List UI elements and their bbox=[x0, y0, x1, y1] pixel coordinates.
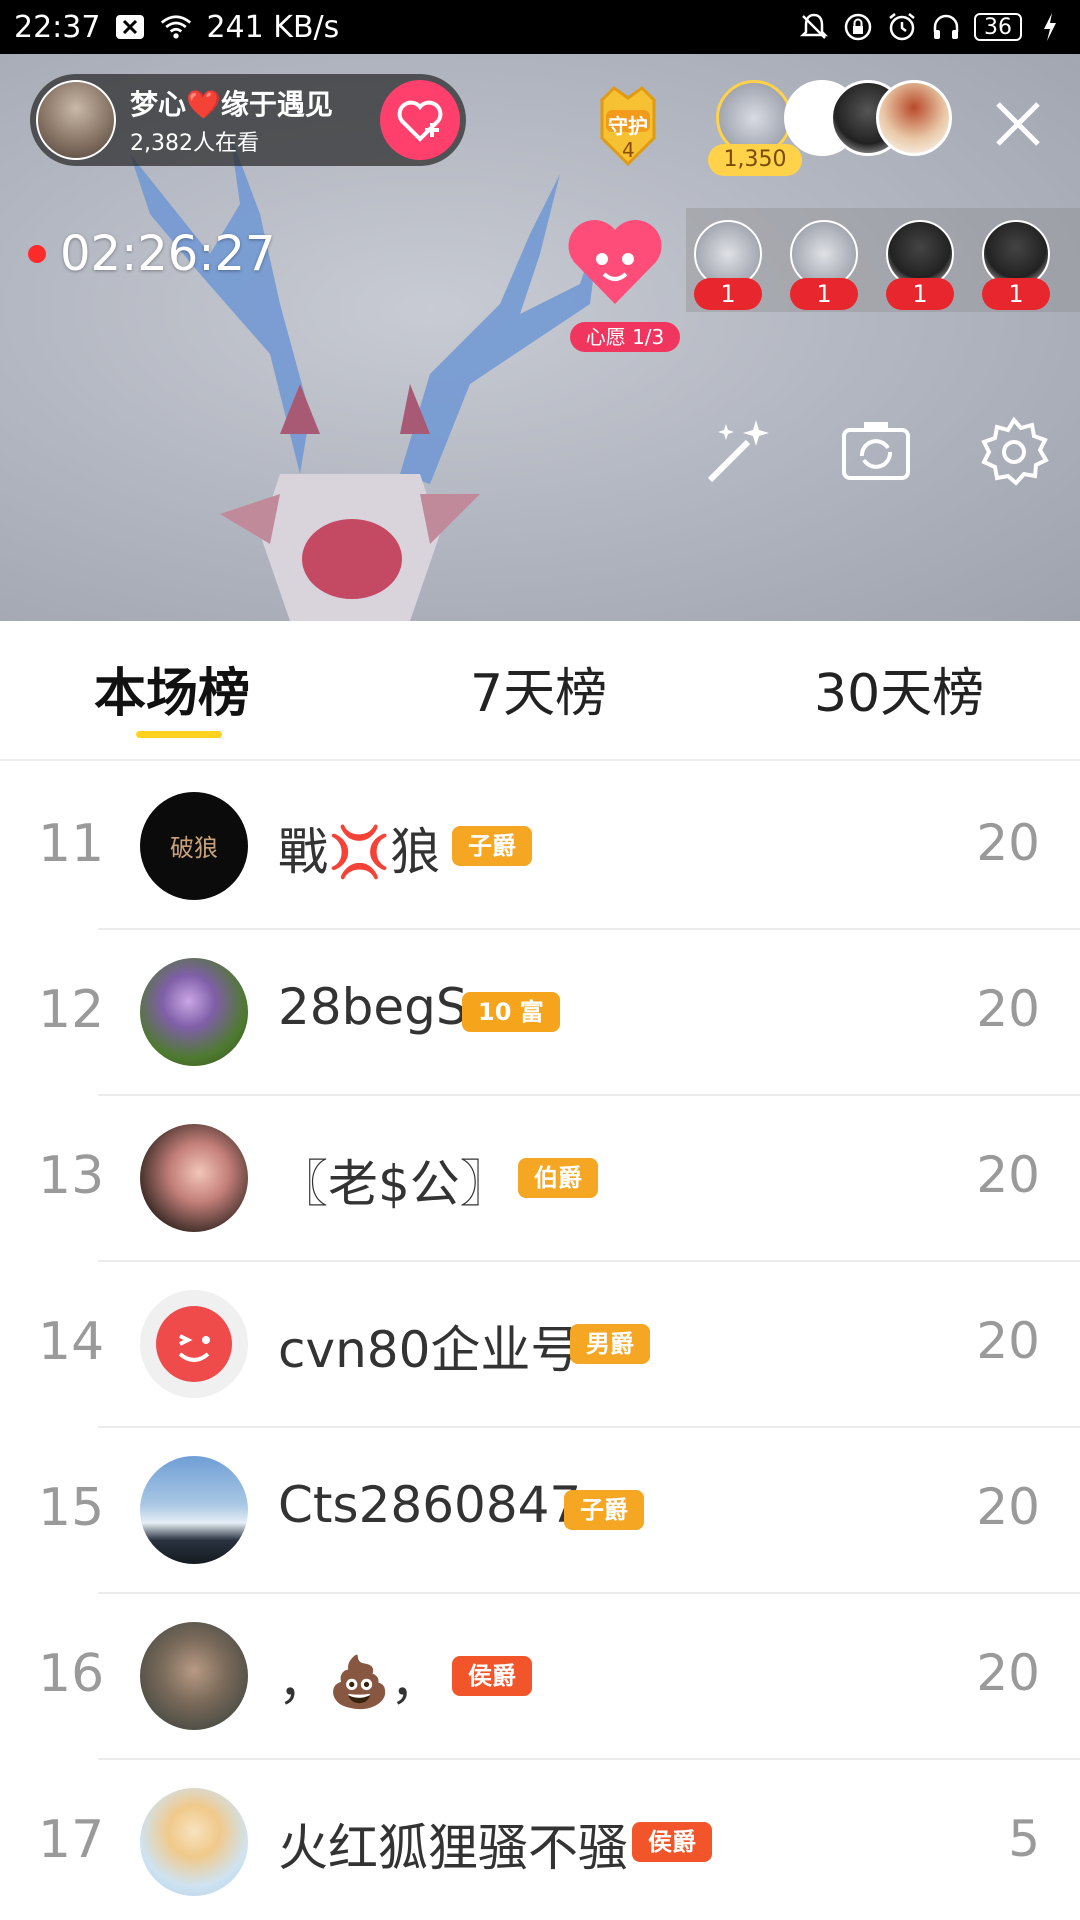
user-name: 〖老$公〗 bbox=[278, 1155, 510, 1213]
list-item[interactable]: 17 火红狐狸骚不骚 侯爵 5 bbox=[0, 1760, 1080, 1920]
guard-count: 4 bbox=[622, 138, 635, 162]
avatar[interactable] bbox=[140, 958, 248, 1066]
heart-face-icon bbox=[568, 219, 662, 304]
gift-count: 1 bbox=[790, 278, 858, 310]
contribution-score: 20 bbox=[976, 1146, 1040, 1204]
gift-count: 1 bbox=[694, 278, 762, 310]
contribution-score: 5 bbox=[1008, 1810, 1040, 1868]
settings-button[interactable] bbox=[976, 414, 1052, 490]
beauty-button[interactable] bbox=[700, 414, 776, 490]
status-badge: 男爵 bbox=[570, 1324, 650, 1364]
list-item[interactable]: 11 破狼 戰💢狼 子爵 20 bbox=[0, 764, 1080, 930]
avatar[interactable]: 破狼 bbox=[140, 792, 248, 900]
settings-gear-icon bbox=[981, 416, 1049, 486]
bell-muted-icon bbox=[798, 12, 830, 42]
user-name: 火红狐狸骚不骚 bbox=[278, 1819, 628, 1877]
top-viewer-avatar[interactable] bbox=[876, 80, 952, 156]
tab-indicator bbox=[136, 731, 222, 738]
contribution-score: 20 bbox=[976, 1644, 1040, 1702]
live-duration: 02:26:27 bbox=[60, 226, 276, 282]
svg-text:破狼: 破狼 bbox=[170, 834, 218, 862]
user-name: ，💩， bbox=[278, 1653, 441, 1711]
live-timer: 02:26:27 bbox=[28, 226, 276, 282]
gift-count: 1 bbox=[886, 278, 954, 310]
avatar[interactable] bbox=[140, 1788, 248, 1896]
list-item[interactable]: 13 〖老$公〗 伯爵 20 bbox=[0, 1096, 1080, 1262]
top-viewers[interactable]: 1,350 bbox=[708, 80, 956, 200]
user-name: 戰💢狼 bbox=[278, 823, 441, 881]
avatar-image: 破狼 bbox=[170, 834, 218, 862]
status-badge: 侯爵 bbox=[452, 1656, 532, 1696]
status-badge: 子爵 bbox=[452, 826, 532, 866]
guard-badge[interactable]: 守护 4 bbox=[582, 80, 674, 172]
avatar[interactable] bbox=[140, 1622, 248, 1730]
wifi-icon bbox=[160, 12, 192, 42]
avatar[interactable] bbox=[140, 1456, 248, 1564]
network-speed: 241 KB/s bbox=[206, 9, 340, 45]
status-time: 22:37 bbox=[14, 9, 101, 45]
rank-number: 17 bbox=[38, 1810, 105, 1870]
avatar[interactable] bbox=[140, 1124, 248, 1232]
tab-30-days[interactable]: 30天榜 bbox=[814, 651, 984, 726]
heart-plus-icon bbox=[397, 100, 443, 142]
rank-number: 15 bbox=[38, 1478, 105, 1538]
avatar[interactable] bbox=[140, 1290, 248, 1398]
rank-number: 11 bbox=[38, 814, 105, 874]
rank-number: 13 bbox=[38, 1146, 105, 1206]
user-name: cvn80企业号 bbox=[278, 1321, 581, 1379]
charging-icon bbox=[1034, 12, 1066, 42]
host-avatar[interactable] bbox=[36, 80, 116, 160]
gift-contributors[interactable]: 1 1 1 1 bbox=[686, 208, 1080, 312]
guard-label: 守护 bbox=[608, 114, 648, 138]
follow-button[interactable] bbox=[380, 80, 460, 160]
rank-number: 12 bbox=[38, 980, 105, 1040]
top-viewer-score: 1,350 bbox=[708, 144, 802, 176]
magic-wand-icon bbox=[707, 420, 769, 483]
battery-level: 36 bbox=[984, 14, 1012, 40]
notification-x-icon bbox=[114, 12, 146, 42]
list-item[interactable]: 15 Cts2860847 子爵 20 bbox=[0, 1428, 1080, 1594]
leaderboard-list[interactable]: 11 破狼 戰💢狼 子爵 20 12 28begS 10 富 20 13 〖老$… bbox=[0, 764, 1080, 1920]
rank-number: 14 bbox=[38, 1312, 105, 1372]
rank-number: 16 bbox=[38, 1644, 105, 1704]
close-icon bbox=[996, 102, 1040, 146]
close-button[interactable] bbox=[988, 94, 1048, 154]
contribution-score: 20 bbox=[976, 1478, 1040, 1536]
live-video-view[interactable]: 梦心❤️缘于遇见 2,382人在看 守护 4 1,350 02:26:27 心愿… bbox=[0, 54, 1080, 621]
contribution-score: 20 bbox=[976, 814, 1040, 872]
avatar-image bbox=[156, 1306, 232, 1382]
list-item[interactable]: 16 ，💩， 侯爵 20 bbox=[0, 1594, 1080, 1760]
switch-camera-button[interactable] bbox=[838, 414, 914, 490]
gift-count: 1 bbox=[982, 278, 1050, 310]
battery-icon: 36 bbox=[974, 13, 1022, 41]
tab-7-days[interactable]: 7天榜 bbox=[470, 651, 607, 726]
lock-rotation-icon bbox=[842, 12, 874, 42]
status-bar: 22:37 241 KB/s 36 bbox=[0, 0, 1080, 54]
status-badge: 子爵 bbox=[564, 1490, 644, 1530]
headphones-icon bbox=[930, 12, 962, 42]
viewer-count: 2,382人在看 bbox=[130, 131, 259, 156]
leaderboard-tabs: 本场榜 7天榜 30天榜 bbox=[0, 621, 1080, 761]
tab-current-session[interactable]: 本场榜 bbox=[94, 651, 250, 726]
user-name: Cts2860847 bbox=[278, 1476, 582, 1534]
host-info[interactable]: 梦心❤️缘于遇见 2,382人在看 bbox=[30, 74, 466, 166]
recording-dot-icon bbox=[28, 245, 46, 263]
list-item[interactable]: 14 cvn80企业号 男爵 20 bbox=[0, 1262, 1080, 1428]
status-badge: 10 富 bbox=[462, 992, 560, 1032]
list-item[interactable]: 12 28begS 10 富 20 bbox=[0, 930, 1080, 1096]
alarm-icon bbox=[886, 12, 918, 42]
wish-label: 心愿 1/3 bbox=[570, 322, 680, 352]
contribution-score: 20 bbox=[976, 980, 1040, 1038]
switch-camera-icon bbox=[842, 422, 910, 480]
user-name: 28begS bbox=[278, 978, 468, 1036]
status-badge: 伯爵 bbox=[518, 1158, 598, 1198]
wish-widget[interactable]: 心愿 1/3 bbox=[560, 204, 680, 352]
contribution-score: 20 bbox=[976, 1312, 1040, 1370]
status-badge: 侯爵 bbox=[632, 1822, 712, 1862]
host-name: 梦心❤️缘于遇见 bbox=[130, 88, 333, 121]
